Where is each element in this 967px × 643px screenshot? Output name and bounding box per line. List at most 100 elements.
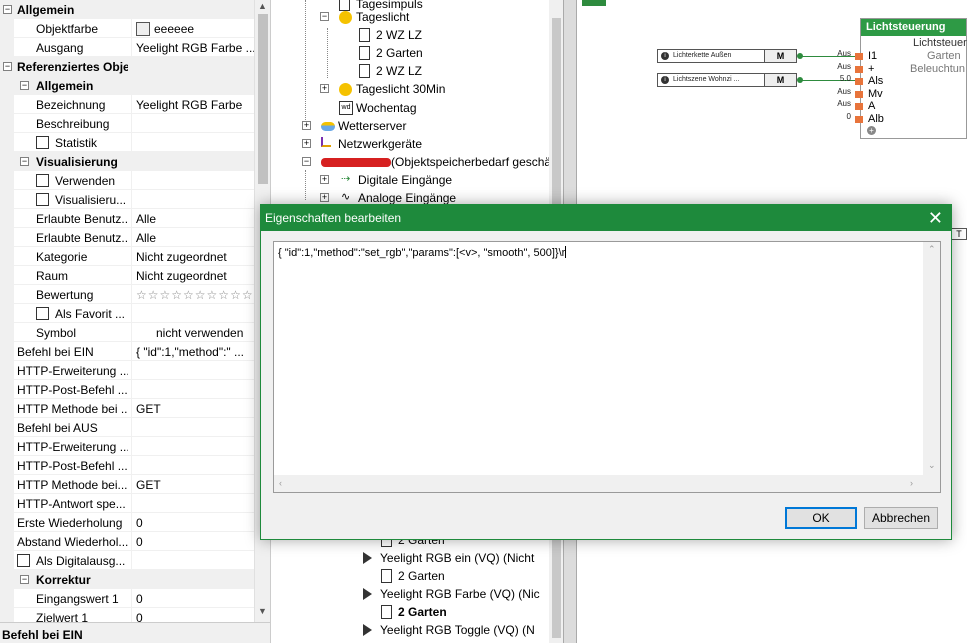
- collapse-icon[interactable]: −: [3, 5, 12, 14]
- column-divider[interactable]: [131, 589, 132, 608]
- tree-item[interactable]: + Wetterserver: [271, 117, 549, 135]
- input-object-lichtszene[interactable]: i Lichtszene Wohnzi ...: [657, 73, 769, 87]
- input-pin[interactable]: [855, 103, 863, 110]
- collapse-icon[interactable]: −: [302, 157, 311, 166]
- tree-item[interactable]: + Tageslicht 30Min: [271, 80, 549, 98]
- property-row[interactable]: HTTP-Erweiterung ...: [0, 437, 254, 456]
- property-row[interactable]: Ausgang Yeelight RGB Farbe ...: [0, 38, 254, 57]
- column-divider[interactable]: [131, 209, 132, 228]
- column-divider[interactable]: [131, 304, 132, 323]
- property-value[interactable]: 0: [136, 535, 254, 549]
- column-divider[interactable]: [131, 532, 132, 551]
- expand-icon[interactable]: +: [320, 193, 329, 202]
- property-value[interactable]: GET: [136, 402, 254, 416]
- property-value[interactable]: { "id":1,"method":" ...: [136, 345, 254, 359]
- property-row[interactable]: Als Digitalausg...: [0, 551, 254, 570]
- property-value[interactable]: Yeelight RGB Farbe: [136, 98, 254, 112]
- column-divider[interactable]: [131, 342, 132, 361]
- column-divider[interactable]: [131, 513, 132, 532]
- column-divider[interactable]: [131, 171, 132, 190]
- property-row[interactable]: Abstand Wiederhol... 0: [0, 532, 254, 551]
- collapse-icon[interactable]: −: [20, 575, 29, 584]
- canvas-tab-marker[interactable]: [582, 0, 606, 6]
- column-divider[interactable]: [131, 380, 132, 399]
- property-row[interactable]: HTTP Methode bei ... GET: [0, 399, 254, 418]
- column-divider[interactable]: [131, 399, 132, 418]
- editor-horizontal-scrollbar[interactable]: ‹ ›: [274, 475, 924, 492]
- column-divider[interactable]: [131, 475, 132, 494]
- column-divider[interactable]: [131, 190, 132, 209]
- property-row[interactable]: Bewertung ☆☆☆☆☆☆☆☆☆☆: [0, 285, 254, 304]
- column-divider[interactable]: [131, 266, 132, 285]
- tree-item[interactable]: Yeelight RGB Toggle (VQ) (N: [271, 621, 549, 639]
- input-pin[interactable]: [855, 65, 863, 73]
- property-value[interactable]: Nicht zugeordnet: [136, 269, 254, 283]
- tree-item[interactable]: + ⇢ Digitale Eingänge: [271, 171, 549, 189]
- property-value[interactable]: Alle: [136, 212, 254, 226]
- scroll-right-icon[interactable]: ›: [910, 478, 913, 488]
- column-divider[interactable]: [131, 551, 132, 570]
- property-row[interactable]: Kategorie Nicht zugeordnet: [0, 247, 254, 266]
- input-object-lichterkette[interactable]: i Lichterkette Außen: [657, 49, 769, 63]
- tree-item[interactable]: 2 Garten: [271, 567, 549, 585]
- tree-item[interactable]: Yeelight RGB Farbe (VQ) (Nic: [271, 585, 549, 603]
- scroll-left-icon[interactable]: ‹: [279, 478, 282, 488]
- tree-item[interactable]: Yeelight RGB ein (VQ) (Nicht: [271, 549, 549, 567]
- property-row[interactable]: Als Favorit ...: [0, 304, 254, 323]
- ok-button[interactable]: OK: [785, 507, 857, 529]
- property-value[interactable]: 0: [136, 592, 254, 606]
- input-mode-box[interactable]: M: [764, 73, 797, 87]
- column-divider[interactable]: [131, 228, 132, 247]
- editor-vertical-scrollbar[interactable]: ⌃ ⌄: [923, 242, 940, 477]
- tree-item[interactable]: 2 WZ LZ: [271, 26, 549, 44]
- expand-icon[interactable]: +: [302, 121, 311, 130]
- checkbox[interactable]: [36, 136, 49, 149]
- column-divider[interactable]: [131, 38, 132, 57]
- property-row[interactable]: Raum Nicht zugeordnet: [0, 266, 254, 285]
- collapse-icon[interactable]: −: [3, 62, 12, 71]
- property-row[interactable]: HTTP-Post-Befehl ...: [0, 456, 254, 475]
- checkbox[interactable]: [17, 554, 30, 567]
- property-row[interactable]: Befehl bei EIN { "id":1,"method":" ...: [0, 342, 254, 361]
- column-divider[interactable]: [131, 95, 132, 114]
- property-row[interactable]: HTTP-Erweiterung ...: [0, 361, 254, 380]
- dialog-titlebar[interactable]: Eigenschaften bearbeiten ✕: [261, 205, 951, 231]
- tree-item[interactable]: − Tageslicht: [271, 8, 549, 26]
- property-category[interactable]: − Allgemein: [0, 0, 254, 19]
- property-value[interactable]: eeeeee: [136, 22, 254, 36]
- property-value[interactable]: nicht verwenden: [156, 326, 270, 340]
- command-text-editor[interactable]: { "id":1,"method":"set_rgb","params":[<v…: [273, 241, 941, 493]
- tree-item[interactable]: 2 WZ LZ: [271, 62, 549, 80]
- input-pin[interactable]: [855, 90, 863, 98]
- tree-item[interactable]: wd Wochentag: [271, 99, 549, 117]
- property-row[interactable]: Objektfarbe eeeeee: [0, 19, 254, 38]
- input-mode-box[interactable]: M: [764, 49, 797, 63]
- column-divider[interactable]: [131, 437, 132, 456]
- add-port-icon[interactable]: +: [867, 126, 876, 135]
- command-text[interactable]: { "id":1,"method":"set_rgb","params":[<v…: [278, 247, 565, 259]
- property-row[interactable]: Symbol nicht verwenden: [0, 323, 254, 342]
- column-divider[interactable]: [131, 247, 132, 266]
- column-divider[interactable]: [131, 19, 132, 38]
- color-swatch[interactable]: [136, 22, 150, 36]
- property-value[interactable]: ☆☆☆☆☆☆☆☆☆☆: [136, 288, 254, 302]
- tree-item[interactable]: 2 Garten: [271, 603, 549, 621]
- property-value[interactable]: Alle: [136, 231, 254, 245]
- lichtsteuerung-block[interactable]: Lichtsteuerung Aus I1 Aus +5.0 Als Aus Mv Aus A 0…: [837, 18, 967, 139]
- rating-stars-icon[interactable]: ☆☆☆☆☆☆☆☆☆☆: [136, 288, 254, 302]
- scroll-down-icon[interactable]: ▼: [258, 606, 267, 616]
- checkbox[interactable]: [36, 193, 49, 206]
- column-divider[interactable]: [131, 494, 132, 513]
- checkbox[interactable]: [36, 307, 49, 320]
- property-row[interactable]: HTTP-Antwort spe...: [0, 494, 254, 513]
- expand-icon[interactable]: +: [320, 84, 329, 93]
- column-divider[interactable]: [131, 114, 132, 133]
- property-category[interactable]: −Referenziertes Objekt: [0, 57, 254, 76]
- scroll-down-icon[interactable]: ⌄: [928, 460, 936, 471]
- property-row[interactable]: Eingangswert 1 0: [0, 589, 254, 608]
- collapse-icon[interactable]: −: [20, 81, 29, 90]
- expand-icon[interactable]: +: [320, 175, 329, 184]
- property-row[interactable]: Befehl bei AUS: [0, 418, 254, 437]
- tree-item[interactable]: + Netzwerkgeräte: [271, 135, 549, 153]
- property-row[interactable]: HTTP Methode bei... GET: [0, 475, 254, 494]
